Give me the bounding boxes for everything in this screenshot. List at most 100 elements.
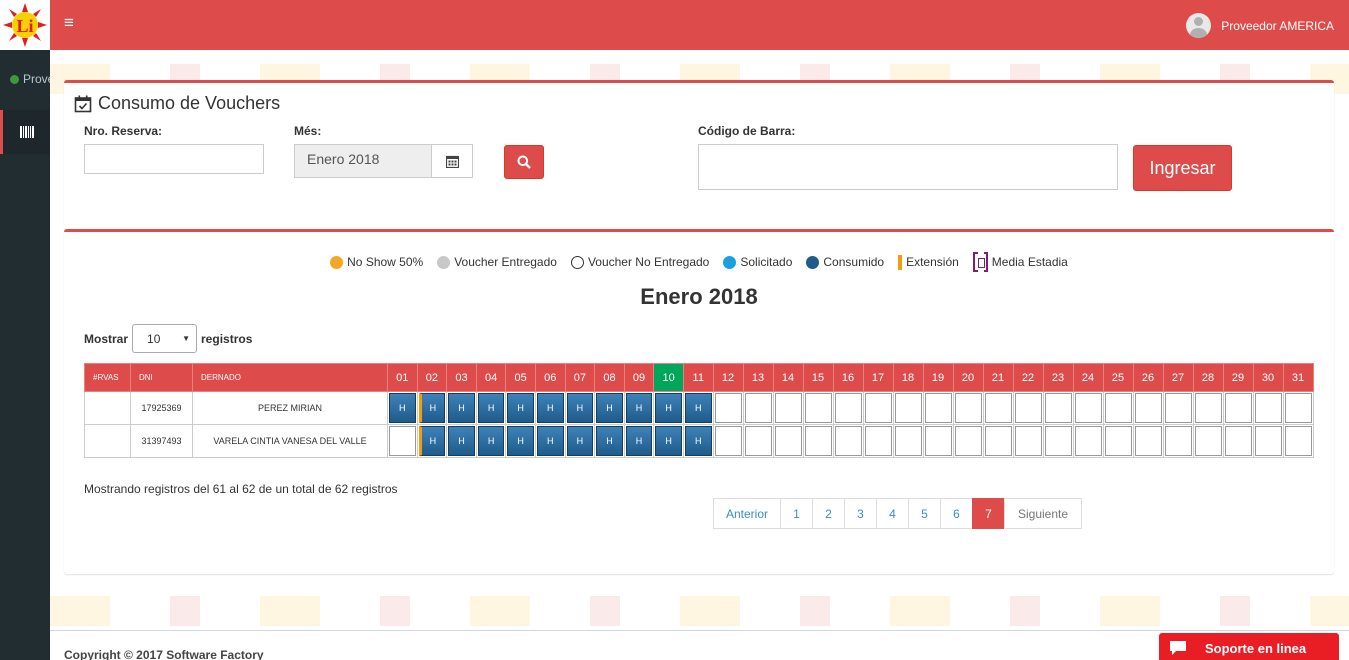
day-cell: [892, 424, 924, 458]
voucher-empty-cell[interactable]: [1014, 426, 1042, 456]
voucher-empty-cell[interactable]: [1104, 393, 1132, 423]
voucher-empty-cell[interactable]: [954, 393, 982, 423]
voucher-empty-cell[interactable]: [864, 426, 892, 456]
voucher-empty-cell[interactable]: [1224, 426, 1252, 456]
day-cell: [922, 391, 954, 425]
voucher-empty-cell[interactable]: [1254, 426, 1282, 456]
voucher-consumed-cell[interactable]: H: [448, 393, 475, 423]
voucher-empty-cell[interactable]: [1134, 426, 1162, 456]
voucher-empty-cell[interactable]: [804, 393, 832, 423]
voucher-empty-cell[interactable]: [864, 393, 892, 423]
day-header: 08: [594, 363, 625, 392]
voucher-empty-cell[interactable]: [1224, 393, 1252, 423]
sidebar-item-vouchers[interactable]: [0, 110, 50, 154]
voucher-empty-cell[interactable]: [1044, 393, 1072, 423]
pagination-page-1[interactable]: 1: [780, 498, 813, 529]
voucher-consumed-cell[interactable]: H: [655, 426, 682, 456]
support-chat-button[interactable]: Soporte en linea: [1159, 633, 1339, 660]
voucher-consumed-cell[interactable]: H: [389, 393, 416, 423]
voucher-consumed-cell[interactable]: H: [684, 393, 712, 423]
pagination: Anterior 1 2 3 4 5 6 7 Siguiente: [713, 498, 1082, 529]
day-cell: [1162, 391, 1194, 425]
search-button[interactable]: [504, 145, 544, 179]
voucher-empty-cell[interactable]: [984, 426, 1012, 456]
pagination-page-4[interactable]: 4: [876, 498, 909, 529]
day-header: 14: [772, 363, 804, 392]
voucher-consumed-cell[interactable]: H: [507, 426, 534, 456]
voucher-empty-cell[interactable]: [834, 426, 862, 456]
voucher-consumed-cell[interactable]: H: [625, 426, 653, 456]
day-cell: H: [534, 424, 566, 458]
pagination-page-3[interactable]: 3: [844, 498, 877, 529]
voucher-consumed-cell[interactable]: H: [477, 426, 505, 456]
voucher-empty-cell[interactable]: [714, 426, 742, 456]
voucher-empty-cell[interactable]: [1284, 393, 1312, 423]
voucher-empty-cell[interactable]: [1194, 393, 1222, 423]
voucher-consumed-cell[interactable]: H: [418, 393, 446, 423]
day-cell: H: [623, 424, 655, 458]
pagination-page-5[interactable]: 5: [908, 498, 941, 529]
voucher-empty-cell[interactable]: [1134, 393, 1162, 423]
voucher-empty-cell[interactable]: [804, 426, 832, 456]
voucher-consumed-cell[interactable]: H: [418, 426, 446, 456]
voucher-consumed-cell[interactable]: H: [566, 393, 594, 423]
day-cell: [1222, 391, 1254, 425]
voucher-consumed-cell[interactable]: H: [596, 393, 623, 423]
voucher-empty-cell[interactable]: [1164, 426, 1192, 456]
voucher-empty-cell[interactable]: [714, 393, 742, 423]
voucher-empty-cell[interactable]: [954, 426, 982, 456]
day-cell: H: [475, 424, 507, 458]
brand-logo[interactable]: Li: [0, 0, 50, 50]
voucher-empty-cell[interactable]: [1194, 426, 1222, 456]
voucher-consumed-cell[interactable]: H: [596, 426, 623, 456]
voucher-empty-cell[interactable]: [1164, 393, 1192, 423]
pagination-page-7[interactable]: 7: [972, 498, 1005, 529]
voucher-consumed-cell[interactable]: H: [625, 393, 653, 423]
pagination-page-6[interactable]: 6: [940, 498, 973, 529]
chat-icon: [1170, 641, 1186, 655]
barcode-input[interactable]: [698, 144, 1118, 190]
voucher-empty-cell[interactable]: [1254, 393, 1282, 423]
menu-toggle-icon[interactable]: ≡: [64, 14, 74, 31]
voucher-empty-cell[interactable]: [1284, 426, 1312, 456]
voucher-empty-cell[interactable]: [1074, 393, 1102, 423]
day-header: 06: [534, 363, 566, 392]
voucher-consumed-cell[interactable]: H: [477, 393, 505, 423]
calendar-button[interactable]: [431, 144, 473, 178]
legend-dot-icon: [723, 255, 737, 269]
voucher-consumed-cell[interactable]: H: [507, 393, 534, 423]
voucher-consumed-cell[interactable]: H: [448, 426, 475, 456]
voucher-empty-cell[interactable]: [984, 393, 1012, 423]
pagination-next[interactable]: Siguiente: [1004, 498, 1082, 529]
voucher-empty-cell[interactable]: [774, 393, 802, 423]
mes-input[interactable]: Enero 2018: [294, 144, 432, 178]
legend-item: Voucher No Entregado: [570, 255, 709, 269]
voucher-empty-cell[interactable]: [834, 393, 862, 423]
day-header: 03: [446, 363, 477, 392]
voucher-empty-cell[interactable]: [389, 426, 416, 456]
ingresar-button[interactable]: Ingresar: [1133, 145, 1232, 191]
voucher-empty-cell[interactable]: [1074, 426, 1102, 456]
voucher-empty-cell[interactable]: [1104, 426, 1132, 456]
voucher-empty-cell[interactable]: [924, 393, 952, 423]
user-menu[interactable]: Proveedor AMERICA: [1186, 13, 1334, 38]
voucher-consumed-cell[interactable]: H: [684, 426, 712, 456]
legend-item: Solicitado: [723, 255, 792, 269]
voucher-empty-cell[interactable]: [924, 426, 952, 456]
reserva-input[interactable]: [84, 144, 264, 174]
pagination-prev[interactable]: Anterior: [713, 498, 781, 529]
table-row: 31397493 VARELA CINTIA VANESA DEL VALLE H H…: [84, 424, 1314, 458]
voucher-consumed-cell[interactable]: H: [536, 426, 564, 456]
voucher-consumed-cell[interactable]: H: [566, 426, 594, 456]
voucher-empty-cell[interactable]: [894, 426, 922, 456]
voucher-empty-cell[interactable]: [1014, 393, 1042, 423]
voucher-empty-cell[interactable]: [894, 393, 922, 423]
voucher-empty-cell[interactable]: [744, 393, 772, 423]
pagination-page-2[interactable]: 2: [812, 498, 845, 529]
voucher-empty-cell[interactable]: [774, 426, 802, 456]
voucher-empty-cell[interactable]: [1044, 426, 1072, 456]
page-size-select[interactable]: 10 ▼: [132, 324, 198, 353]
voucher-consumed-cell[interactable]: H: [655, 393, 682, 423]
voucher-consumed-cell[interactable]: H: [536, 393, 564, 423]
voucher-empty-cell[interactable]: [744, 426, 772, 456]
